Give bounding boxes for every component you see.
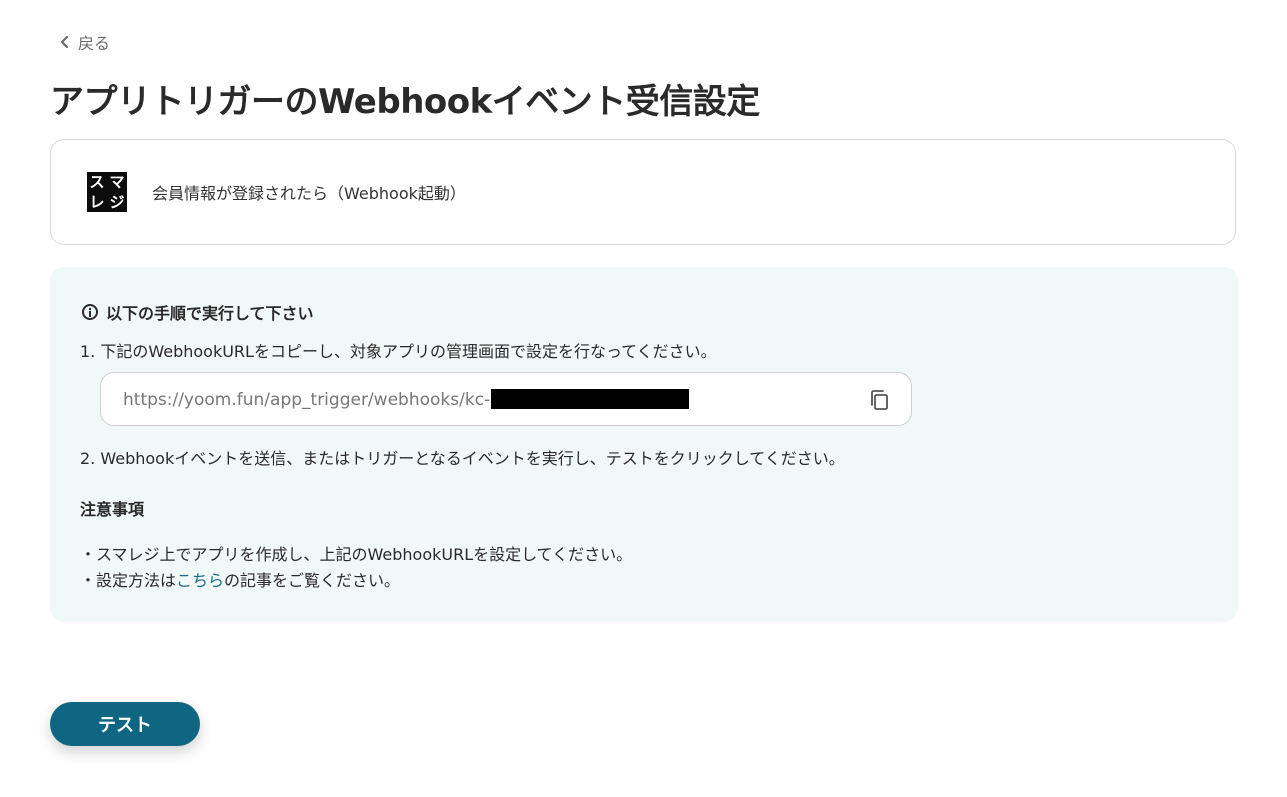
- trigger-name: 会員情報が登録されたら（Webhook起動）: [152, 184, 466, 203]
- page: 戻る アプリトリガーのWebhookイベント受信設定 ス マ レ ジ 会員情報が…: [0, 0, 1287, 797]
- guide-article-link[interactable]: こちら: [176, 571, 224, 590]
- notes-title: 注意事項: [80, 500, 145, 519]
- chevron-left-icon: [58, 35, 72, 49]
- test-button[interactable]: テスト: [50, 702, 200, 746]
- note-line-1: ・スマレジ上でアプリを作成し、上記のWebhookURLを設定してください。: [80, 545, 633, 564]
- webhook-url-text: https://yoom.fun/app_trigger/webhooks/kc…: [123, 388, 690, 410]
- note-line-2-prefix: ・設定方法は: [80, 571, 177, 590]
- smaregi-logo: ス マ レ ジ: [87, 172, 127, 212]
- instructions-panel: 以下の手順で実行して下さい 1. 下記のWebhookURLをコピーし、対象アプ…: [50, 267, 1238, 622]
- instructions-header-label: 以下の手順で実行して下さい: [106, 304, 314, 323]
- step-1-text: 1. 下記のWebhookURLをコピーし、対象アプリの管理画面で設定を行なって…: [80, 342, 717, 361]
- page-title: アプリトリガーのWebhookイベント受信設定: [50, 82, 760, 122]
- copy-icon[interactable]: [867, 388, 891, 412]
- webhook-url-field[interactable]: https://yoom.fun/app_trigger/webhooks/kc…: [100, 372, 912, 426]
- step-2-text: 2. Webhookイベントを送信、またはトリガーとなるイベントを実行し、テスト…: [80, 449, 845, 468]
- note-line-2-suffix: の記事をご覧ください。: [224, 571, 401, 590]
- back-link[interactable]: 戻る: [58, 30, 110, 54]
- info-icon: [82, 304, 98, 320]
- instructions-header: 以下の手順で実行して下さい: [82, 300, 314, 324]
- trigger-card: ス マ レ ジ 会員情報が登録されたら（Webhook起動）: [50, 139, 1236, 245]
- back-label: 戻る: [78, 34, 111, 53]
- note-line-2: ・設定方法はこちらの記事をご覧ください。: [80, 567, 400, 591]
- webhook-url-value: https://yoom.fun/app_trigger/webhooks/kc…: [123, 389, 491, 410]
- redacted-block: [491, 388, 690, 409]
